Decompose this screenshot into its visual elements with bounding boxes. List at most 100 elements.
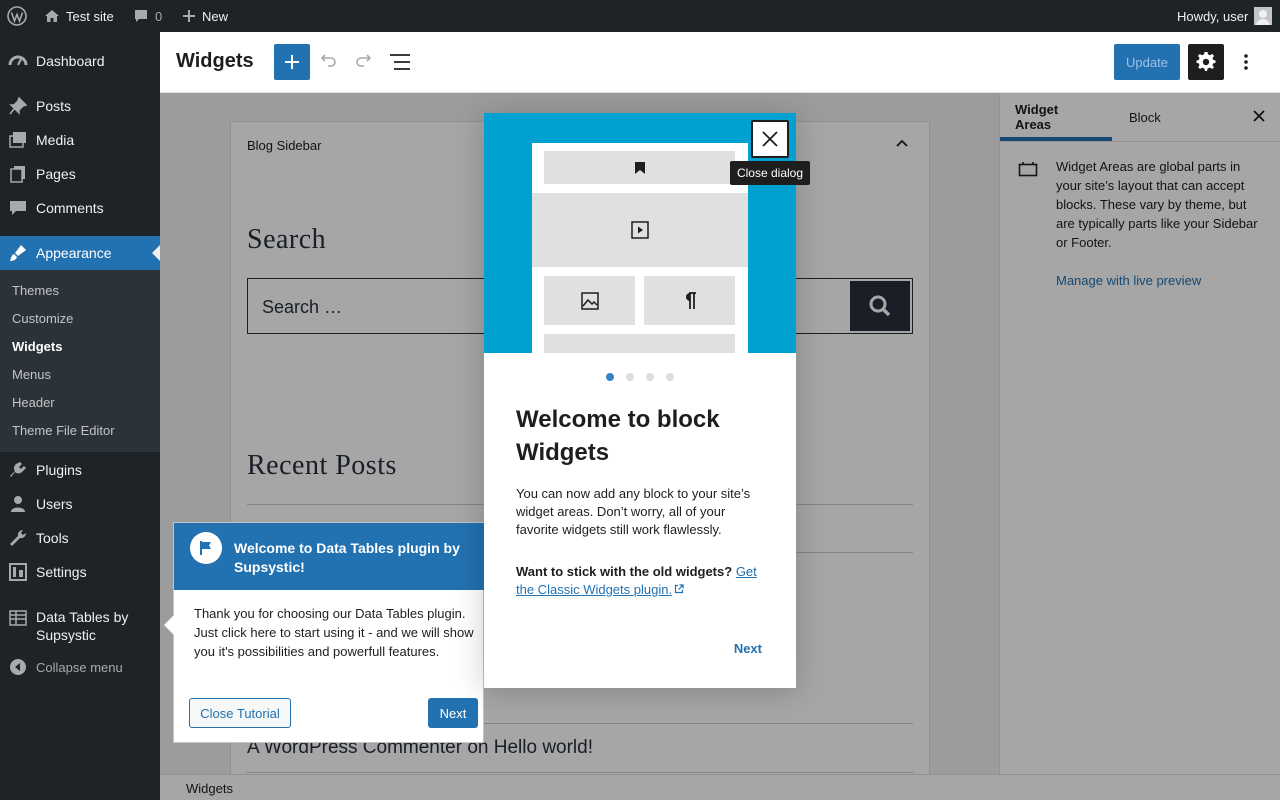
admin-sidebar-menu: Dashboard Posts Media Pages Comments App… xyxy=(0,32,160,800)
close-tutorial-button[interactable]: Close Tutorial xyxy=(189,698,291,728)
menu-item-appearance[interactable]: Appearance xyxy=(0,236,160,270)
comments-link[interactable]: 0 xyxy=(133,0,162,32)
pin-icon xyxy=(0,96,36,116)
bookmark-icon xyxy=(544,151,735,184)
submenu-themes[interactable]: Themes xyxy=(12,283,59,298)
submenu-customize[interactable]: Customize xyxy=(12,311,73,326)
more-options-button[interactable] xyxy=(1232,44,1260,80)
menu-label: Dashboard xyxy=(36,53,105,69)
page-indicator xyxy=(484,373,796,381)
menu-item-tools[interactable]: Tools xyxy=(0,521,160,555)
close-icon xyxy=(761,130,779,148)
pointer-header: Welcome to Data Tables plugin by Supsyst… xyxy=(174,523,484,590)
menu-item-dashboard[interactable]: Dashboard xyxy=(0,44,160,78)
menu-item-comments[interactable]: Comments xyxy=(0,191,160,225)
welcome-guide-modal: Welcome to block Widgets You can now add… xyxy=(484,113,796,688)
menu-item-settings[interactable]: Settings xyxy=(0,555,160,589)
guide-text: You can now add any block to your site’s… xyxy=(516,486,751,537)
menu-label: Posts xyxy=(36,98,72,114)
plugin-icon xyxy=(0,460,36,480)
pages-icon xyxy=(0,164,36,184)
menu-label: Appearance xyxy=(36,245,112,261)
list-view-icon xyxy=(389,52,411,72)
data-tables-pointer-popup: Welcome to Data Tables plugin by Supsyst… xyxy=(164,522,484,743)
plus-icon xyxy=(182,9,196,23)
gear-icon xyxy=(1196,52,1216,72)
appearance-submenu: Themes Customize Widgets Menus Header Th… xyxy=(0,270,160,452)
submenu-theme-file-editor[interactable]: Theme File Editor xyxy=(12,423,115,438)
new-label: New xyxy=(202,8,229,24)
avatar xyxy=(1254,7,1273,25)
menu-label: Collapse menu xyxy=(36,659,123,675)
menu-item-users[interactable]: Users xyxy=(0,487,160,521)
page-dot[interactable] xyxy=(646,373,654,381)
menu-label: Media xyxy=(36,132,75,148)
menu-label: Comments xyxy=(36,200,104,216)
guide-illustration xyxy=(484,113,796,353)
vertical-ellipsis-icon xyxy=(1244,53,1248,71)
menu-label: Pages xyxy=(36,166,76,182)
wrench-icon xyxy=(0,528,36,548)
settings-toggle-button[interactable] xyxy=(1188,44,1224,80)
home-icon xyxy=(44,8,60,24)
classic-widgets-note: Want to stick with the old widgets? Get … xyxy=(516,563,768,599)
old-widgets-prompt: Want to stick with the old widgets? xyxy=(516,564,733,579)
pointer-body: Thank you for choosing our Data Tables p… xyxy=(194,606,474,659)
page-title: Widgets xyxy=(176,50,254,72)
list-view-button[interactable] xyxy=(389,52,411,72)
pointer-title: Welcome to Data Tables plugin by Supsyst… xyxy=(234,540,460,575)
block-inserter-button[interactable] xyxy=(274,44,310,80)
menu-item-pages[interactable]: Pages xyxy=(0,157,160,191)
dashboard-icon xyxy=(0,51,36,71)
menu-label: Users xyxy=(36,496,73,512)
plus-icon xyxy=(283,53,301,71)
placeholder-block xyxy=(544,334,735,353)
page-dot[interactable] xyxy=(626,373,634,381)
menu-item-plugins[interactable]: Plugins xyxy=(0,453,160,487)
table-icon xyxy=(0,602,36,627)
undo-icon xyxy=(318,50,338,70)
submenu-header[interactable]: Header xyxy=(12,395,55,410)
menu-label: Tools xyxy=(36,530,69,546)
pointer-next-button[interactable]: Next xyxy=(428,698,478,728)
page-dot[interactable] xyxy=(606,373,614,381)
image-block-icon xyxy=(544,276,635,325)
submenu-menus[interactable]: Menus xyxy=(12,367,51,382)
menu-label: Plugins xyxy=(36,462,82,478)
illustration-page xyxy=(532,143,748,353)
page-dot[interactable] xyxy=(666,373,674,381)
redo-button[interactable] xyxy=(354,50,374,70)
site-name: Test site xyxy=(66,8,114,24)
menu-item-media[interactable]: Media xyxy=(0,123,160,157)
paragraph-block-icon xyxy=(644,276,735,325)
media-icon xyxy=(0,130,36,150)
site-name-link[interactable]: Test site xyxy=(44,0,114,32)
external-link-icon xyxy=(674,584,684,594)
comments-icon xyxy=(0,198,36,218)
close-dialog-tooltip: Close dialog xyxy=(730,161,810,185)
menu-item-posts[interactable]: Posts xyxy=(0,89,160,123)
menu-label: Data Tables by Supsystic xyxy=(36,609,129,643)
wordpress-logo-icon[interactable] xyxy=(7,0,27,32)
undo-button[interactable] xyxy=(318,50,338,70)
flag-icon xyxy=(190,532,222,564)
brush-icon xyxy=(0,243,36,263)
new-content-link[interactable]: New xyxy=(182,0,228,32)
users-icon xyxy=(0,494,36,514)
collapse-menu-button[interactable]: Collapse menu xyxy=(0,650,160,684)
menu-item-data-tables[interactable]: Data Tables by Supsystic xyxy=(0,602,160,650)
submenu-widgets[interactable]: Widgets xyxy=(12,339,62,354)
howdy-text: Howdy, user xyxy=(1177,8,1249,24)
settings-icon xyxy=(0,562,36,582)
guide-title: Welcome to block Widgets xyxy=(516,406,720,466)
close-dialog-button[interactable] xyxy=(751,120,789,158)
collapse-icon xyxy=(0,658,36,676)
video-block-icon xyxy=(532,193,748,267)
account-menu[interactable]: Howdy, user xyxy=(1177,0,1273,32)
redo-icon xyxy=(354,50,374,70)
comments-count: 0 xyxy=(155,8,163,24)
update-button[interactable]: Update xyxy=(1114,44,1180,80)
guide-next-button[interactable]: Next xyxy=(734,641,762,656)
pointer-arrow xyxy=(164,615,174,635)
admin-bar: Test site 0 New Howdy, user xyxy=(0,0,1280,32)
